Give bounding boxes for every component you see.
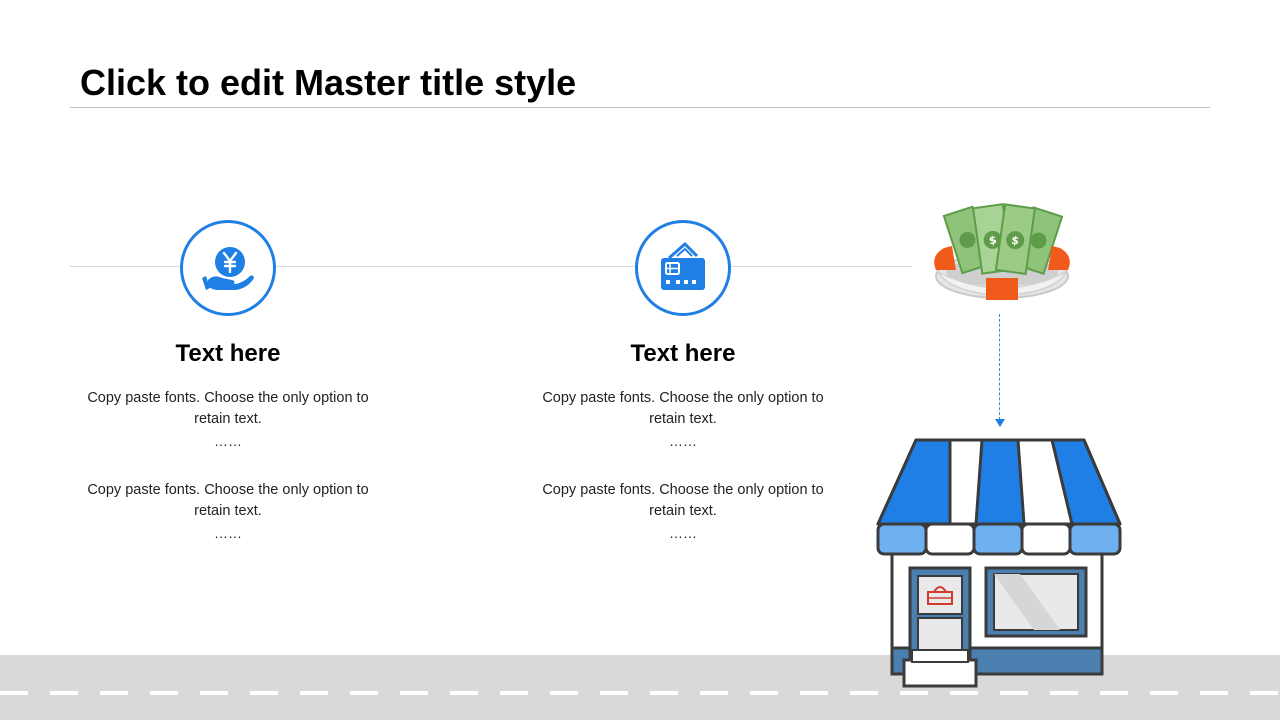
column-1-heading: Text here [175, 340, 281, 367]
column-2-heading: Text here [630, 340, 736, 367]
money-lifebuoy-art: $ $ [928, 200, 1078, 315]
yen-hand-icon [202, 247, 254, 290]
connector-dashed-line [999, 314, 1000, 420]
icon-circle-2 [635, 220, 731, 316]
credit-card-icon [661, 242, 705, 290]
title-divider [70, 107, 1210, 108]
column-2: Text here Copy paste fonts. Choose the o… [533, 340, 833, 572]
column-2-dots-1: …… [669, 433, 697, 449]
storefront-icon [876, 438, 1122, 688]
icon-circle-1 [180, 220, 276, 316]
column-1-paragraph-1: Copy paste fonts. Choose the only option… [87, 390, 369, 427]
storefront-art [870, 432, 1130, 697]
column-1-dots-1: …… [214, 433, 242, 449]
money-lifebuoy-icon: $ $ [934, 202, 1070, 300]
column-1-paragraph-2: Copy paste fonts. Choose the only option… [87, 482, 369, 519]
column-1-dots-2: …… [214, 525, 242, 541]
column-2-paragraph-2: Copy paste fonts. Choose the only option… [542, 482, 824, 519]
connector-arrow-head [995, 419, 1005, 427]
column-1: Text here Copy paste fonts. Choose the o… [78, 340, 378, 572]
column-2-paragraph-1: Copy paste fonts. Choose the only option… [542, 390, 824, 427]
column-2-dots-2: …… [669, 525, 697, 541]
slide-title: Click to edit Master title style [80, 62, 577, 103]
